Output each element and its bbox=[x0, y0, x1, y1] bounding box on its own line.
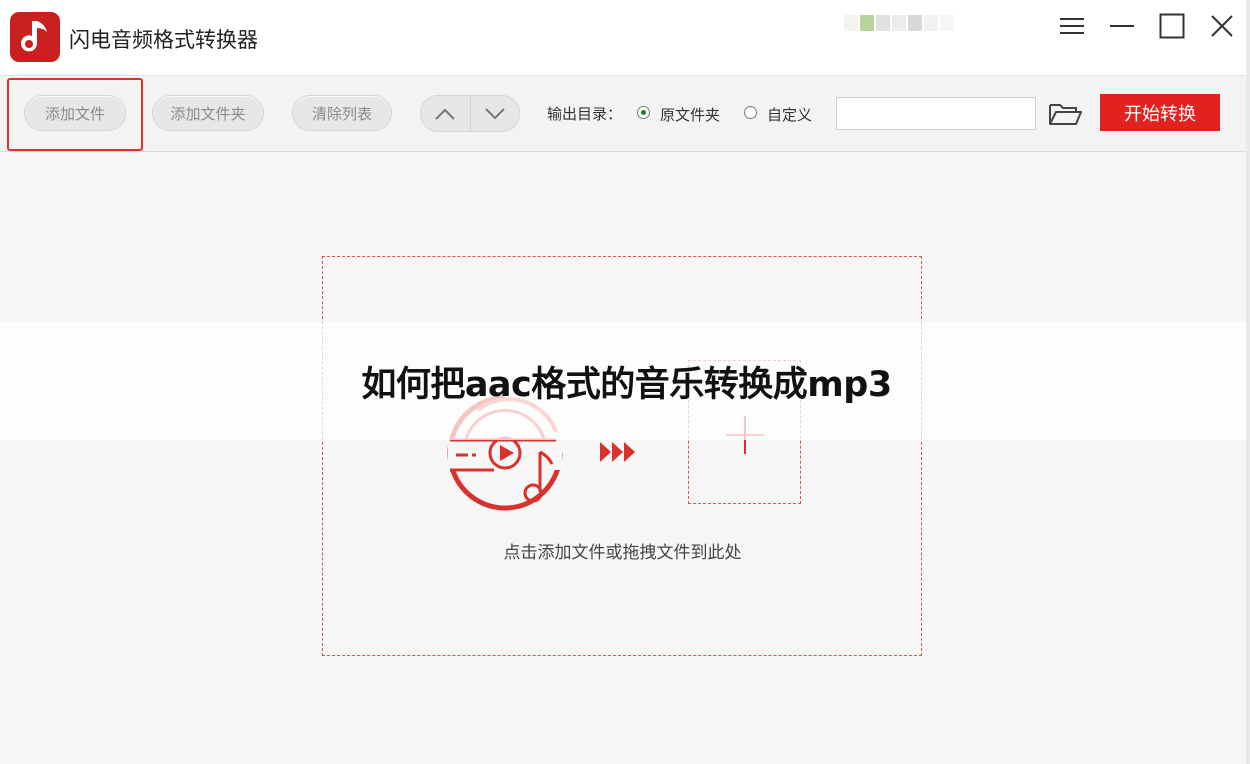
overlay-title-text: 如何把aac格式的音乐转换成mp3 bbox=[361, 365, 892, 405]
folder-open-icon bbox=[1049, 104, 1082, 125]
fast-forward-icon bbox=[598, 436, 640, 468]
maximize-button[interactable] bbox=[1150, 8, 1194, 44]
add-folder-button[interactable]: 添加文件夹 bbox=[152, 95, 264, 131]
app-logo bbox=[10, 12, 60, 62]
browse-folder-button[interactable] bbox=[1046, 100, 1084, 128]
title-bar: 闪电音频格式转换器 bbox=[0, 0, 1250, 75]
window-edge bbox=[1246, 0, 1250, 764]
drop-hint-text: 点击添加文件或拖拽文件到此处 bbox=[503, 543, 742, 563]
close-button[interactable] bbox=[1200, 8, 1244, 44]
menu-button[interactable] bbox=[1050, 8, 1094, 44]
chevron-up-icon bbox=[435, 108, 455, 120]
radio-custom-folder[interactable] bbox=[744, 106, 757, 119]
radio-custom-label[interactable]: 自定义 bbox=[767, 104, 812, 125]
maximize-icon bbox=[1159, 13, 1185, 39]
output-dir-label: 输出目录： bbox=[547, 105, 623, 123]
overlay-title: 如何把aac格式的音乐转换成mp3 bbox=[0, 356, 1250, 407]
blurred-user-area bbox=[844, 5, 966, 41]
minimize-button[interactable] bbox=[1100, 8, 1144, 44]
highlight-annotation bbox=[7, 78, 143, 151]
clear-list-button[interactable]: 清除列表 bbox=[292, 95, 392, 131]
move-up-button[interactable] bbox=[421, 96, 471, 131]
reorder-buttons bbox=[420, 95, 520, 132]
minimize-icon bbox=[1110, 25, 1134, 27]
chevron-down-icon bbox=[485, 107, 505, 119]
radio-original-folder[interactable] bbox=[637, 106, 650, 119]
close-icon bbox=[1211, 15, 1233, 37]
radio-original-label[interactable]: 原文件夹 bbox=[660, 104, 720, 125]
app-title: 闪电音频格式转换器 bbox=[69, 28, 258, 52]
output-path-input[interactable] bbox=[836, 97, 1036, 130]
start-convert-button[interactable]: 开始转换 bbox=[1100, 94, 1220, 131]
menu-icon bbox=[1060, 18, 1084, 34]
drop-hint: 点击添加文件或拖拽文件到此处 bbox=[0, 538, 1250, 563]
move-down-button[interactable] bbox=[471, 96, 520, 131]
